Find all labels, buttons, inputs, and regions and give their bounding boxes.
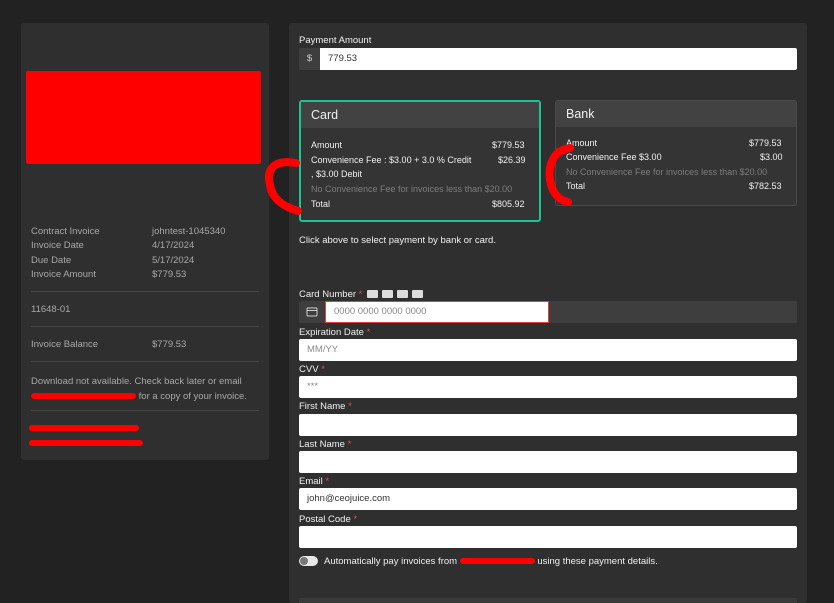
card-amount-row: Amount $779.53 xyxy=(311,140,525,150)
payment-amount-input[interactable]: 779.53 xyxy=(320,48,797,70)
contract-invoice-row: Contract Invoice johntest-1045340 xyxy=(31,226,225,237)
card-number-group: 0000 0000 0000 0000 xyxy=(299,301,797,323)
bank-fee-row: Convenience Fee $3.00 $3.00 xyxy=(566,152,783,162)
required-mark: * xyxy=(353,514,358,525)
divider xyxy=(31,291,259,292)
first-name-input[interactable] xyxy=(299,414,797,436)
card-number-input[interactable]: 0000 0000 0000 0000 xyxy=(325,301,549,323)
required-mark: * xyxy=(325,476,330,487)
card-brand-icons xyxy=(367,290,427,298)
redacted-logo xyxy=(26,71,261,164)
redacted-email xyxy=(31,393,136,400)
bank-amount-value: $779.53 xyxy=(749,138,782,148)
bank-no-fee-note: No Convenience Fee for invoices less tha… xyxy=(566,167,768,177)
required-mark: * xyxy=(366,327,371,338)
email-label: Email * xyxy=(299,476,329,487)
download-message: Download not available. Check back later… xyxy=(31,374,259,404)
cvv-input[interactable]: *** xyxy=(299,376,797,398)
first-name-label-text: First Name xyxy=(299,401,346,412)
card-option-title: Card xyxy=(301,102,539,128)
last-name-label-text: Last Name xyxy=(299,439,345,450)
due-date-label: Due Date xyxy=(31,255,72,266)
due-date-value: 5/17/2024 xyxy=(152,255,195,266)
due-date-row: Due Date 5/17/2024 xyxy=(31,255,194,266)
invoice-balance-label: Invoice Balance xyxy=(31,339,99,350)
card-total-label: Total xyxy=(311,199,331,209)
expiration-input[interactable]: MM/YY xyxy=(299,339,797,361)
contract-invoice-value: johntest-1045340 xyxy=(152,226,226,237)
cvv-label: CVV * xyxy=(299,364,325,375)
bank-fee-value: $3.00 xyxy=(760,152,783,162)
visa-icon xyxy=(367,290,378,298)
cvv-label-text: CVV xyxy=(299,364,319,375)
email-input[interactable]: john@ceojuice.com xyxy=(299,488,797,510)
invoice-summary-panel: Contract Invoice johntest-1045340 Invoic… xyxy=(21,23,269,460)
last-name-label: Last Name * xyxy=(299,439,351,450)
mastercard-icon xyxy=(382,290,393,298)
redacted-contact-line xyxy=(29,425,139,431)
select-payment-hint: Click above to select payment by bank or… xyxy=(299,235,496,246)
divider xyxy=(31,326,259,327)
card-total-row: Total $805.92 xyxy=(311,199,525,209)
auto-pay-toggle[interactable] xyxy=(299,556,318,566)
amex-icon xyxy=(397,290,408,298)
invoice-amount-label: Invoice Amount xyxy=(31,269,96,280)
expiration-label: Expiration Date * xyxy=(299,327,370,338)
card-amount-label: Amount xyxy=(311,140,343,150)
required-mark: * xyxy=(358,289,363,300)
card-payment-option[interactable]: Card Amount $779.53 Convenience Fee : $3… xyxy=(299,100,541,222)
card-amount-value: $779.53 xyxy=(492,140,525,150)
discover-icon xyxy=(412,290,423,298)
redacted-contact-line xyxy=(29,440,143,446)
invoice-balance-value: $779.53 xyxy=(152,339,187,350)
card-number-label-text: Card Number xyxy=(299,289,357,300)
postal-code-input[interactable] xyxy=(299,526,797,548)
required-mark: * xyxy=(321,364,325,375)
divider xyxy=(31,361,259,362)
bottom-section-edge xyxy=(299,598,797,603)
postal-code-label: Postal Code * xyxy=(299,514,357,525)
required-mark: * xyxy=(348,401,352,412)
payment-amount-label: Payment Amount xyxy=(299,35,372,46)
invoice-balance-row: Invoice Balance $779.53 xyxy=(31,339,186,350)
email-label-text: Email xyxy=(299,476,323,487)
first-name-label: First Name * xyxy=(299,401,352,412)
account-number: 11648-01 xyxy=(31,304,71,315)
contract-invoice-label: Contract Invoice xyxy=(31,226,100,237)
annotation-bracket-left xyxy=(265,158,302,215)
invoice-date-row: Invoice Date 4/17/2024 xyxy=(31,240,194,251)
auto-pay-text-start: Automatically pay invoices from xyxy=(324,556,458,567)
bank-total-value: $782.53 xyxy=(749,181,782,191)
card-fee-label: Convenience Fee : $3.00 + 3.0 % Credit xyxy=(311,155,472,165)
card-fee-label-debit: , $3.00 Debit xyxy=(311,169,363,179)
bank-option-title: Bank xyxy=(556,101,796,127)
required-mark: * xyxy=(347,439,352,450)
card-fee-value: $26.39 xyxy=(498,155,526,165)
last-name-input[interactable] xyxy=(299,451,797,473)
payment-panel: Payment Amount $ 779.53 Card Amount $779… xyxy=(289,23,807,603)
invoice-date-value: 4/17/2024 xyxy=(152,240,195,251)
card-number-label: Card Number * xyxy=(299,289,362,300)
download-text-line2: for a copy of your invoice. xyxy=(138,391,247,402)
invoice-amount-value: $779.53 xyxy=(152,269,187,280)
auto-pay-text: Automatically pay invoices from using th… xyxy=(324,556,658,567)
divider xyxy=(31,410,259,411)
bank-fee-label: Convenience Fee $3.00 xyxy=(566,152,662,162)
invoice-amount-row: Invoice Amount $779.53 xyxy=(31,269,186,280)
auto-pay-text-end: using these payment details. xyxy=(537,556,658,567)
download-text-line1: Download not available. Check back later… xyxy=(31,376,242,387)
card-no-fee-note: No Convenience Fee for invoices less tha… xyxy=(311,184,513,194)
invoice-date-label: Invoice Date xyxy=(31,240,84,251)
expiration-label-text: Expiration Date xyxy=(299,327,364,338)
annotation-bracket-right xyxy=(545,144,574,206)
bank-payment-option[interactable]: Bank Amount $779.53 Convenience Fee $3.0… xyxy=(555,100,797,206)
redacted-company-name xyxy=(459,558,535,565)
card-total-value: $805.92 xyxy=(492,199,525,209)
card-icon xyxy=(299,301,325,323)
postal-code-label-text: Postal Code xyxy=(299,514,351,525)
currency-prefix: $ xyxy=(299,48,320,70)
card-fee-row: Convenience Fee : $3.00 + 3.0 % Credit $… xyxy=(311,155,526,165)
